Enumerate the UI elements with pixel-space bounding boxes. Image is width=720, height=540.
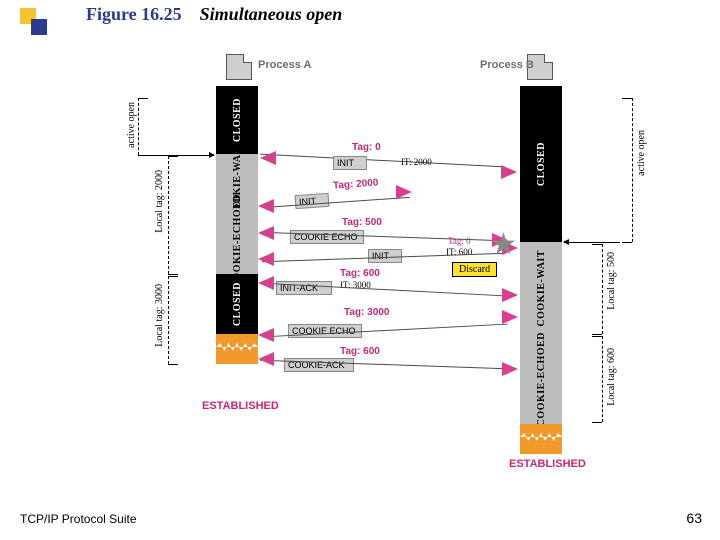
state-column-b: CLOSED COOKIE-WAIT COOKIE-ECHOED <box>520 86 562 454</box>
active-open-a: active open <box>126 102 137 148</box>
discard-label: Discard <box>452 262 497 277</box>
active-open-arrow-a <box>148 155 214 156</box>
process-a-label: Process A <box>258 59 311 71</box>
state-b-cookie-wait: COOKIE-WAIT <box>520 242 562 334</box>
figure-subtitle: Simultaneous open <box>200 4 343 24</box>
diagram: Process A Process B CLOSED COOKIE-WAIT C… <box>90 52 650 492</box>
bullet-icon <box>20 8 50 38</box>
page-number: 63 <box>686 510 702 526</box>
process-a-icon <box>226 54 252 80</box>
msg4-tag: Tag: 0 <box>448 236 471 246</box>
msg2-arrow <box>258 199 274 213</box>
msg6-arrow-src <box>502 310 518 324</box>
process-b-label: Process B <box>480 59 534 71</box>
msg1-chunk: INIT <box>333 156 367 170</box>
msg5-tag: Tag: 600 <box>340 268 380 279</box>
msg1 <box>260 154 505 168</box>
footer-text: TCP/IP Protocol Suite <box>20 512 137 526</box>
msg5-arrow <box>502 288 518 302</box>
msg2-chunk: INIT <box>295 193 330 209</box>
ruler-left-2 <box>168 156 169 274</box>
active-open-arrow-b <box>564 242 620 243</box>
msg2-arrow-src <box>396 185 412 199</box>
figure-number: Figure 16.25 <box>86 4 182 24</box>
state-a-cookie-echoed: COOKIE-ECHOED <box>216 208 258 274</box>
discard-star-icon: ★ <box>490 230 517 260</box>
msg7-arrow-src <box>258 352 274 366</box>
slide: Figure 16.25 Simultaneous open Process A… <box>0 0 720 540</box>
ruler-right-3 <box>602 336 603 422</box>
active-open-b: active open <box>636 130 647 176</box>
established-b: ESTABLISHED <box>509 458 586 470</box>
figure-title: Figure 16.25 Simultaneous open <box>86 4 342 25</box>
ruler-left-3 <box>168 276 169 364</box>
state-b-tail <box>520 424 562 454</box>
msg2-tag: Tag: 2000 <box>333 177 379 191</box>
msg4-arrow <box>258 252 274 266</box>
local-tag-b1: Local tag: 500 <box>606 252 617 310</box>
msg3-chunk: COOKIE ECHO <box>290 230 364 244</box>
msg1-arrow-src <box>260 151 276 165</box>
state-a-closed2: CLOSED <box>216 274 258 334</box>
state-b-cookie-echoed: COOKIE-ECHOED <box>520 334 562 424</box>
established-a: ESTABLISHED <box>202 400 279 412</box>
ruler-right-2 <box>602 244 603 334</box>
state-b-closed: CLOSED <box>520 86 562 242</box>
msg6-tag: Tag: 3000 <box>344 307 389 318</box>
state-column-a: CLOSED COOKIE-WAIT COOKIE-ECHOED CLOSED <box>216 86 258 364</box>
local-tag-a1: Local tag: 2000 <box>154 170 165 233</box>
msg3-tag: Tag: 500 <box>342 217 382 228</box>
ruler-left-1 <box>138 98 139 155</box>
msg7-arrow <box>502 362 518 376</box>
local-tag-a2: Local tag: 3000 <box>154 284 165 347</box>
msg7-tag: Tag: 600 <box>340 346 380 357</box>
msg1-tag: Tag: 0 <box>352 142 381 153</box>
msg1-it: IT: 2000 <box>401 157 432 167</box>
msg1-arrow <box>501 165 517 179</box>
msg2 <box>262 197 410 208</box>
ruler-right-1 <box>632 98 633 242</box>
msg6-arrow <box>258 328 274 342</box>
state-a-tail <box>216 334 258 364</box>
local-tag-b2: Local tag: 600 <box>606 348 617 406</box>
msg5-arrow-src <box>258 276 274 290</box>
msg3-arrow-src <box>258 226 274 240</box>
